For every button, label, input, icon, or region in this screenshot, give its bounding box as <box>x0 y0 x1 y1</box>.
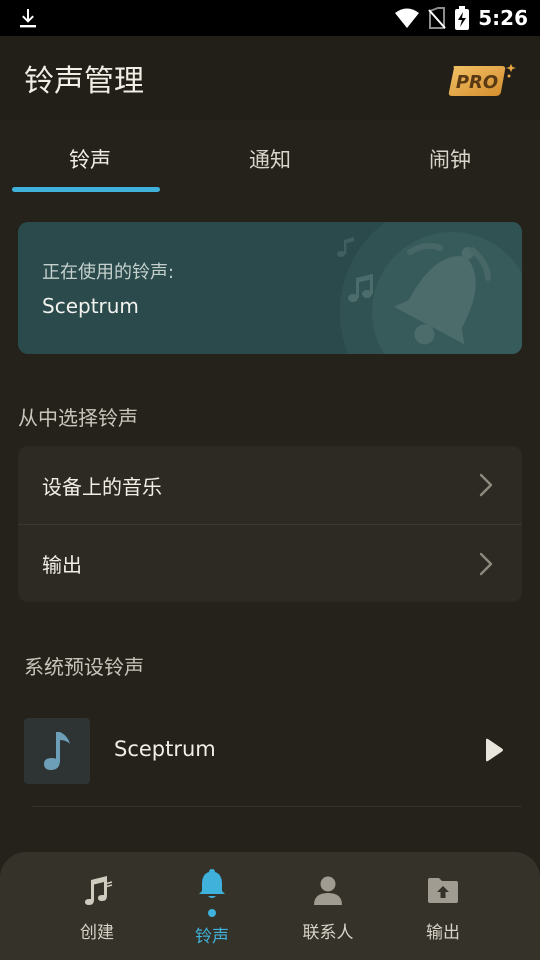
device-music-label: 设备上的音乐 <box>42 474 162 499</box>
preset-thumbnail <box>24 718 90 784</box>
nav-label: 创建 <box>80 923 114 943</box>
chevron-right-icon <box>479 552 493 576</box>
nav-output[interactable]: 输出 <box>388 852 498 960</box>
tab-label: 铃声 <box>69 148 111 172</box>
nav-create[interactable]: 创建 <box>42 852 152 960</box>
tab-label: 闹钟 <box>429 148 471 172</box>
choose-source-list: 设备上的音乐 输出 <box>18 446 522 602</box>
page-title: 铃声管理 <box>24 64 144 99</box>
nav-ringtone[interactable]: 铃声 <box>157 852 267 960</box>
battery-charging-icon <box>455 6 470 30</box>
contact-icon <box>314 876 342 905</box>
app-bar: 铃声管理 PRO <box>0 36 540 120</box>
music-note-icon <box>85 876 113 905</box>
bell-icon <box>199 869 225 898</box>
no-sim-icon <box>428 7 446 29</box>
play-icon[interactable] <box>484 738 504 762</box>
current-ringtone-value: Sceptrum <box>42 294 139 318</box>
nav-label: 联系人 <box>302 923 354 943</box>
current-ringtone-label: 正在使用的铃声: <box>42 262 175 283</box>
output-label: 输出 <box>42 553 82 577</box>
folder-upload-icon <box>428 878 458 903</box>
status-time: 5:26 <box>478 6 528 30</box>
wifi-icon <box>395 8 420 28</box>
pro-badge-button[interactable]: PRO <box>448 62 518 98</box>
tab-bar: 铃声 通知 闹钟 <box>0 120 540 196</box>
active-indicator-dot <box>208 909 216 917</box>
tab-indicator <box>12 187 160 192</box>
status-bar: 5:26 <box>0 0 540 36</box>
nav-contacts[interactable]: 联系人 <box>273 852 383 960</box>
current-ringtone-card[interactable]: 正在使用的铃声: Sceptrum <box>18 222 522 354</box>
divider <box>32 806 522 807</box>
download-icon <box>20 9 36 28</box>
chevron-right-icon <box>479 473 493 497</box>
nav-label: 铃声 <box>195 927 229 947</box>
bell-decoration-icon <box>337 222 522 354</box>
music-note-icon <box>44 732 70 770</box>
tab-label: 通知 <box>249 148 291 172</box>
device-music-item[interactable]: 设备上的音乐 <box>18 446 522 524</box>
nav-label: 输出 <box>426 923 460 943</box>
preset-ringtone-name: Sceptrum <box>114 737 216 761</box>
bottom-navigation: 创建 铃声 联系人 输出 <box>0 852 540 960</box>
preset-ringtone-item[interactable]: Sceptrum <box>24 718 522 784</box>
preset-section-title: 系统预设铃声 <box>24 655 144 679</box>
output-item[interactable]: 输出 <box>18 524 522 602</box>
tab-ringtone[interactable]: 铃声 <box>0 120 180 196</box>
tab-alarm[interactable]: 闹钟 <box>360 120 540 196</box>
tab-notification[interactable]: 通知 <box>180 120 360 196</box>
choose-section-title: 从中选择铃声 <box>18 406 138 430</box>
pro-label: PRO <box>456 72 498 93</box>
